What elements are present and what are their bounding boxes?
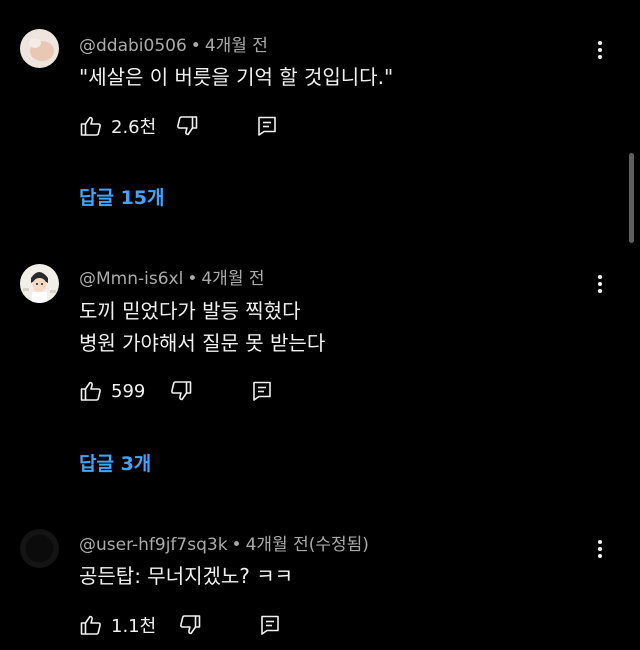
dislike-button[interactable] — [175, 114, 199, 138]
thumb-down-icon — [171, 381, 192, 401]
thumb-down-icon — [180, 615, 201, 635]
thumb-up-icon — [80, 615, 101, 635]
more-vertical-icon — [598, 275, 602, 293]
avatar[interactable] — [20, 529, 59, 568]
more-options-button[interactable] — [592, 38, 608, 62]
comment-meta: @ddabi0506 • 4개월 전 — [79, 31, 268, 56]
reply-button[interactable] — [255, 114, 279, 138]
comment-meta: @user-hf9jf7sq3k • 4개월 전(수정됨) — [79, 530, 369, 555]
comment-text: 병원 가야해서 질문 못 받는다 — [79, 331, 326, 355]
avatar[interactable] — [20, 264, 59, 303]
thumb-up-icon — [80, 381, 101, 401]
reply-comment-icon — [261, 615, 279, 635]
like-count: 1.1천 — [111, 616, 157, 637]
separator-dot: • — [187, 269, 198, 289]
comment-author[interactable]: @Mmn-is6xl — [79, 269, 183, 289]
comment-time[interactable]: 4개월 전 — [205, 36, 268, 56]
replies-toggle[interactable]: 답글 15개 — [79, 183, 165, 210]
dislike-button[interactable] — [169, 379, 193, 403]
more-options-button[interactable] — [592, 537, 608, 561]
separator-dot: • — [231, 535, 242, 555]
reply-button[interactable] — [258, 613, 282, 637]
reply-button[interactable] — [250, 379, 274, 403]
comment-time[interactable]: 4개월 전 — [201, 269, 264, 289]
comment-time[interactable]: 4개월 전(수정됨) — [246, 535, 369, 555]
comment-meta: @Mmn-is6xl • 4개월 전 — [79, 264, 265, 289]
comment-text: 도끼 믿었다가 발등 찍혔다 — [79, 299, 301, 323]
like-button[interactable] — [79, 379, 103, 403]
more-vertical-icon — [598, 540, 602, 558]
like-button[interactable] — [79, 114, 103, 138]
comment-text: 공든탑: 무너지겠노? ㅋㅋ — [79, 564, 294, 588]
separator-dot: • — [190, 36, 201, 56]
reply-comment-icon — [258, 116, 276, 136]
thumb-up-icon — [80, 116, 101, 136]
replies-toggle[interactable]: 답글 3개 — [79, 449, 151, 476]
comment-actions: 2.6천 — [79, 113, 279, 139]
comment-text: "세살은 이 버릇을 기억 할 것입니다." — [79, 65, 394, 89]
comment-actions: 599 — [79, 378, 274, 404]
reply-comment-icon — [253, 381, 272, 401]
avatar[interactable] — [20, 29, 59, 68]
like-count: 599 — [111, 380, 146, 402]
like-button[interactable] — [79, 613, 103, 637]
more-vertical-icon — [598, 41, 602, 59]
comment-author[interactable]: @user-hf9jf7sq3k — [79, 535, 228, 555]
like-count: 2.6천 — [111, 117, 157, 138]
comment-actions: 1.1천 — [79, 612, 282, 638]
scrollbar[interactable] — [629, 153, 634, 243]
more-options-button[interactable] — [592, 272, 608, 296]
thumb-down-icon — [177, 116, 198, 136]
dislike-button[interactable] — [178, 613, 202, 637]
comment-author[interactable]: @ddabi0506 — [79, 36, 187, 56]
